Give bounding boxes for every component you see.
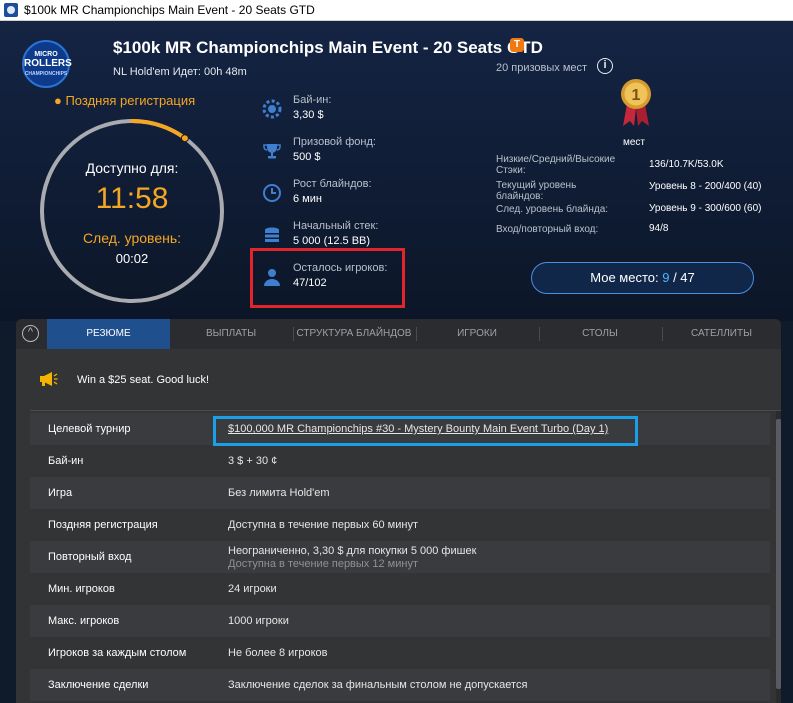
prize-places: 20 призовых мест: [496, 62, 588, 74]
tournament-details-panel: ^ РЕЗЮМЕ ВЫПЛАТЫ СТРУКТУРА БЛАЙНДОВ ИГРО…: [16, 319, 781, 703]
window-title: $100k MR Championchips Main Event - 20 S…: [24, 3, 315, 17]
info-icon[interactable]: i: [597, 58, 613, 74]
available-time: 11:58: [95, 182, 169, 215]
rstat-entries-value: 94/8: [649, 223, 669, 234]
detail-row-deal-making: Заключение сделки Заключение сделок за ф…: [30, 669, 770, 701]
rstat-stacks-label: Низкие/Средний/Высокие Стэки:: [496, 154, 616, 176]
micro-rollers-logo: MICRO ROLLERS CHAMPIONCHIPS: [22, 40, 72, 88]
next-level-label: След. уровень:: [82, 230, 182, 246]
clock-icon: [263, 184, 281, 202]
rstat-next-level-value: Уровень 9 - 300/600 (60): [649, 203, 762, 214]
target-tournament-highlight: [213, 416, 638, 446]
svg-text:1: 1: [632, 87, 641, 104]
registration-timer: Доступно для: 11:58 След. уровень: 00:02: [37, 116, 227, 306]
tournament-header: MICRO ROLLERS CHAMPIONCHIPS $100k MR Cha…: [0, 21, 793, 321]
detail-row-reentry: Повторный вход Неограниченно, 3,30 $ для…: [30, 541, 770, 573]
trophy-icon: [263, 144, 281, 159]
first-place-medal-icon: 1: [621, 79, 651, 126]
scrollbar-thumb[interactable]: [776, 419, 781, 689]
turbo-badge: T: [510, 38, 524, 52]
detail-row-game: Игра Без лимита Hold'em: [30, 477, 770, 509]
rstat-next-level-label: След. уровень блайнда:: [496, 204, 609, 215]
players-left-highlight: [250, 248, 405, 308]
tab-satellites[interactable]: САТЕЛЛИТЫ: [662, 319, 781, 349]
tab-players[interactable]: ИГРОКИ: [416, 319, 538, 349]
announcement-text: Win a $25 seat. Good luck!: [77, 374, 210, 386]
tab-tables[interactable]: СТОЛЫ: [539, 319, 661, 349]
detail-row-late-registration: Поздняя регистрация Доступна в течение п…: [48, 519, 418, 531]
game-info: NL Hold'em Идет: 00h 48m: [113, 66, 247, 78]
rstat-stacks-value: 136/10.7K/53.0K: [649, 159, 724, 170]
detail-row-buyin: Бай-ин 3 $ + 30 ¢: [48, 455, 278, 467]
tab-summary[interactable]: РЕЗЮМЕ: [47, 319, 170, 349]
next-level-time: 00:02: [115, 251, 149, 266]
tab-blind-structure[interactable]: СТРУКТУРА БЛАЙНДОВ: [293, 319, 415, 349]
my-place-button[interactable]: Мое место: 9 / 47: [531, 262, 754, 294]
detail-row-players-per-table: Игроков за каждым столом Не более 8 игро…: [48, 647, 328, 659]
available-label: Доступно для:: [85, 160, 179, 176]
late-registration-status: ● Поздняя регистрация: [54, 93, 196, 108]
divider: [30, 410, 781, 411]
rstat-current-level-value: Уровень 8 - 200/400 (40): [649, 181, 762, 192]
window-titlebar: $100k MR Championchips Main Event - 20 S…: [0, 0, 793, 21]
tab-bar: ^ РЕЗЮМЕ ВЫПЛАТЫ СТРУКТУРА БЛАЙНДОВ ИГРО…: [16, 319, 781, 349]
chip-stack-icon: [265, 227, 279, 242]
collapse-chevron-up-icon[interactable]: ^: [22, 325, 39, 342]
megaphone-icon: [40, 372, 58, 386]
place-label: мест: [623, 137, 646, 148]
detail-row-max-players: Макс. игроков 1000 игроки: [30, 605, 770, 637]
rstat-current-level-label: Текущий уровень блайндов:: [496, 180, 577, 202]
tab-payouts[interactable]: ВЫПЛАТЫ: [170, 319, 292, 349]
tournament-title: $100k MR Championchips Main Event - 20 S…: [113, 38, 543, 57]
detail-row-min-players: Мин. игроков 24 игроки: [48, 583, 277, 595]
poker-chip-icon: [262, 99, 282, 119]
rstat-entries-label: Вход/повторный вход:: [496, 224, 599, 235]
app-icon: [4, 3, 18, 17]
